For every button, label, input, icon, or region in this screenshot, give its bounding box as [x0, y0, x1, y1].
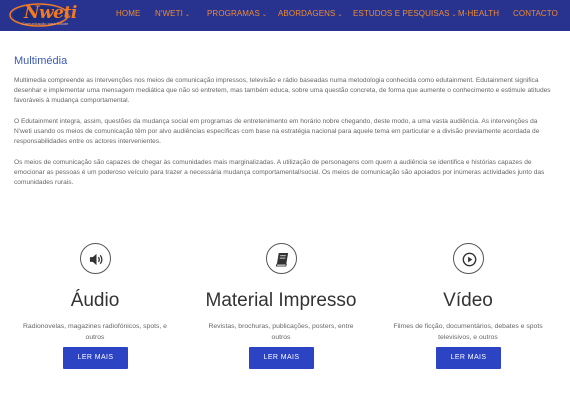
nav-home-label: HOME	[116, 9, 141, 18]
volume-icon	[89, 253, 103, 266]
page-title: Multimédia	[14, 55, 68, 67]
nav-abordagens[interactable]: ABORDAGENS ⌄	[278, 9, 343, 18]
nweti-logo[interactable]: Nweti Comunicação para Saúde	[8, 2, 77, 29]
nav-programas-label: PROGRAMAS	[207, 9, 260, 18]
audio-icon-circle	[80, 243, 111, 274]
top-navbar: Nweti Comunicação para Saúde HOME N'WETI…	[0, 0, 570, 31]
print-read-more-button[interactable]: LER MAIS	[249, 347, 314, 369]
print-icon-circle	[266, 243, 297, 274]
feature-print-desc: Revistas, brochuras, publicações, poster…	[208, 323, 354, 341]
media-paragraph: Os meios de comunicação são capazes de c…	[14, 159, 545, 186]
nav-contacto-label: CONTACTO	[513, 9, 558, 18]
chevron-down-icon: ⌄	[261, 12, 268, 18]
nav-estudos[interactable]: ESTUDOS E PESQUISAS ⌄	[353, 9, 457, 18]
nav-programas[interactable]: PROGRAMAS ⌄	[207, 9, 267, 18]
video-read-more-button[interactable]: LER MAIS	[436, 347, 501, 369]
logo-text: Nweti	[24, 3, 77, 23]
feature-audio-title: Áudio	[70, 290, 120, 311]
audio-read-more-button[interactable]: LER MAIS	[63, 347, 128, 369]
nav-abordagens-label: ABORDAGENS	[278, 9, 336, 18]
intro-paragraph: Multimedia compreende as intervenções no…	[14, 77, 551, 104]
chevron-down-icon: ⌄	[184, 12, 191, 18]
book-icon	[275, 252, 289, 267]
nav-nweti[interactable]: N'WETI ⌄	[155, 9, 190, 18]
video-icon-circle	[453, 243, 484, 274]
feature-audio: Áudio Radionovelas, magazines radiofónic…	[5, 243, 185, 373]
play-icon	[462, 252, 477, 267]
nav-mhealth-label: M-HEALTH	[458, 9, 500, 18]
logo-tagline: Comunicação para Saúde	[22, 21, 69, 26]
nav-nweti-label: N'WETI	[155, 9, 183, 18]
chevron-down-icon: ⌄	[451, 12, 457, 18]
feature-print: Material Impresso Revistas, brochuras, p…	[191, 243, 371, 373]
nav-contacto[interactable]: CONTACTO	[513, 9, 558, 18]
nav-estudos-label: ESTUDOS E PESQUISAS	[353, 9, 450, 18]
feature-video-desc: Filmes de ficção, documentários, debates…	[393, 323, 543, 341]
feature-video-title: Vídeo	[443, 290, 493, 311]
feature-video: Vídeo Filmes de ficção, documentários, d…	[378, 243, 558, 373]
edutainment-paragraph: O Edutainment integra, assim, questões d…	[14, 118, 540, 145]
chevron-down-icon: ⌄	[337, 12, 343, 18]
feature-audio-desc: Radionovelas, magazines radiofónicos, sp…	[23, 323, 167, 341]
feature-print-title: Material Impresso	[205, 290, 357, 311]
nav-mhealth[interactable]: M-HEALTH	[458, 9, 499, 18]
nav-home[interactable]: HOME	[116, 9, 140, 18]
